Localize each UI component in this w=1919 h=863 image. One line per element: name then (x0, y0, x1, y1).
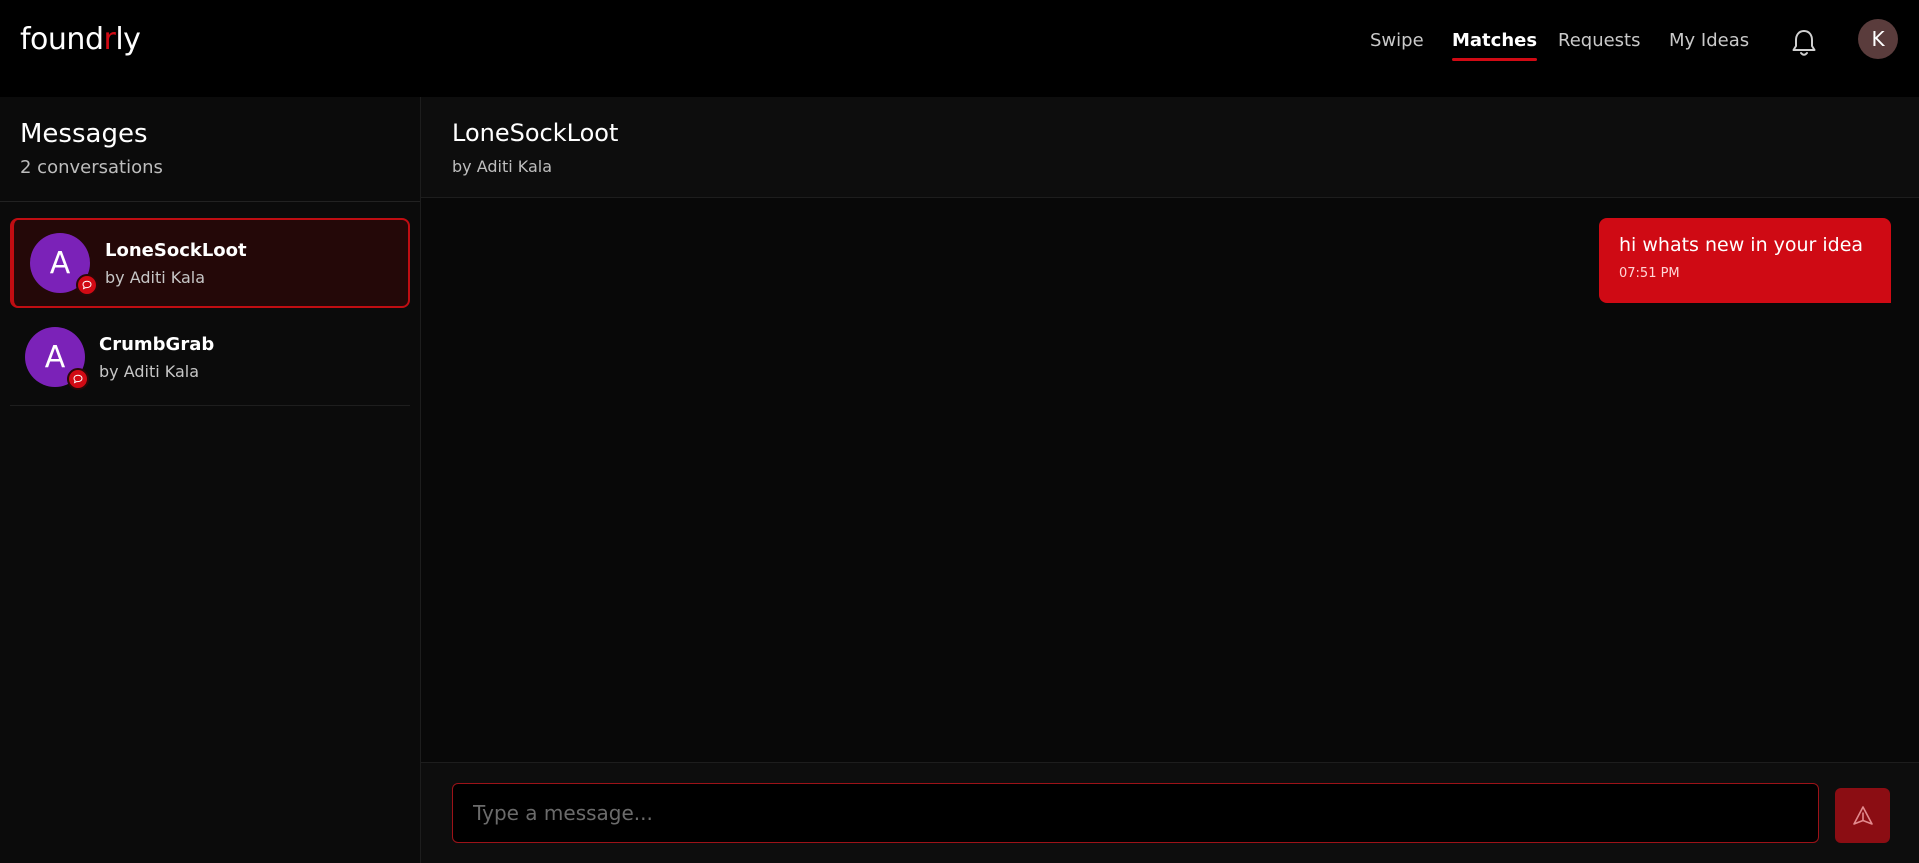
send-button[interactable] (1835, 788, 1890, 843)
message-time: 07:51 PM (1619, 266, 1680, 281)
sidebar-header: Messages 2 conversations (0, 97, 420, 202)
sidebar-title: Messages (20, 119, 148, 149)
message-composer (421, 762, 1919, 863)
message-text: hi whats new in your idea (1619, 234, 1864, 256)
nav-requests[interactable]: Requests (1558, 30, 1641, 51)
conversation-author: by Aditi Kala (105, 268, 206, 287)
send-icon (1851, 804, 1875, 828)
nav-swipe[interactable]: Swipe (1370, 30, 1424, 51)
chat-bubble-icon (67, 368, 89, 390)
bell-icon[interactable] (1790, 28, 1818, 58)
user-avatar[interactable]: K (1858, 19, 1898, 59)
conversations-sidebar: Messages 2 conversations A LoneSockLoot … (0, 97, 421, 863)
chat-subtitle: by Aditi Kala (452, 157, 553, 176)
conversation-name: LoneSockLoot (105, 240, 247, 261)
chat-header: LoneSockLoot by Aditi Kala (421, 97, 1919, 198)
conversation-author: by Aditi Kala (99, 362, 200, 381)
message-input[interactable] (452, 783, 1819, 843)
conversation-item-crumbgrab[interactable]: A CrumbGrab by Aditi Kala (10, 316, 410, 406)
nav-matches[interactable]: Matches (1452, 30, 1538, 61)
conversation-count: 2 conversations (20, 157, 163, 178)
main-nav: Swipe Matches Requests My Ideas (0, 30, 1919, 70)
chat-bubble-icon (76, 274, 98, 296)
top-navbar: foundrly Swipe Matches Requests My Ideas… (0, 0, 1919, 97)
conversation-name: CrumbGrab (99, 334, 215, 355)
message-bubble-outgoing: hi whats new in your idea 07:51 PM (1599, 218, 1891, 303)
chat-title: LoneSockLoot (452, 119, 619, 147)
chat-panel: LoneSockLoot by Aditi Kala hi whats new … (421, 97, 1919, 863)
nav-my-ideas[interactable]: My Ideas (1669, 30, 1749, 51)
conversation-item-lonesockloot[interactable]: A LoneSockLoot by Aditi Kala (10, 218, 410, 308)
